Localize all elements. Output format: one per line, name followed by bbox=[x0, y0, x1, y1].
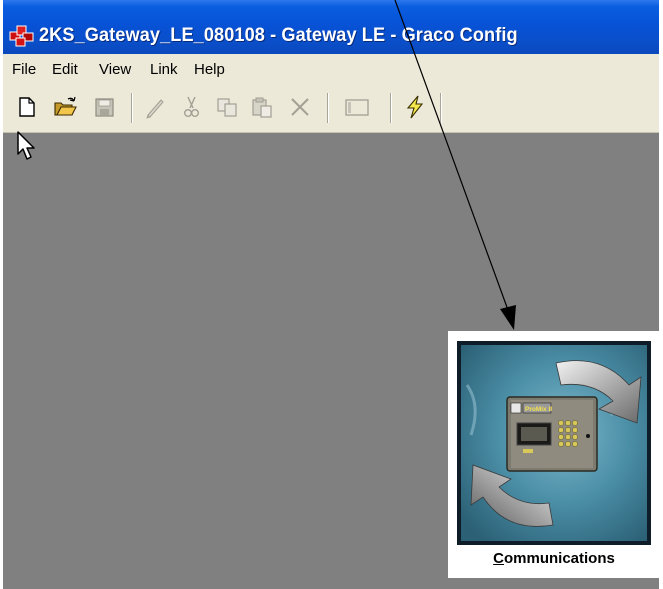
lightning-bolt-icon bbox=[406, 95, 424, 119]
communications-button[interactable]: ProMix II bbox=[457, 341, 651, 545]
menu-edit[interactable]: Edit bbox=[52, 61, 78, 79]
toolbar-separator bbox=[131, 93, 133, 123]
x-delete-icon bbox=[291, 98, 309, 116]
toolbar bbox=[3, 86, 659, 133]
menu-view[interactable]: View bbox=[99, 61, 131, 79]
toolbar-separator bbox=[327, 93, 329, 123]
toolbar-separator bbox=[440, 93, 442, 123]
mouse-pointer-icon bbox=[15, 130, 41, 162]
delete-button[interactable] bbox=[288, 94, 312, 120]
new-document-button[interactable] bbox=[15, 94, 39, 120]
title-bar[interactable]: 2KS_Gateway_LE_080108 - Gateway LE - Gra… bbox=[3, 0, 659, 54]
save-button[interactable] bbox=[92, 94, 116, 120]
paste-icon bbox=[252, 97, 272, 118]
device-badge: ProMix II bbox=[525, 406, 552, 413]
scissors-icon bbox=[183, 96, 199, 117]
window-rectangle-icon bbox=[345, 99, 369, 116]
communications-label[interactable]: Communications bbox=[448, 549, 660, 569]
new-document-icon bbox=[19, 97, 35, 117]
menu-link[interactable]: Link bbox=[150, 61, 178, 79]
window-title: 2KS_Gateway_LE_080108 - Gateway LE - Gra… bbox=[39, 25, 518, 46]
graco-app-icon bbox=[9, 24, 35, 48]
menu-bar: File Edit View Link Help bbox=[3, 54, 659, 86]
menu-file[interactable]: File bbox=[12, 61, 36, 79]
floppy-disk-icon bbox=[95, 98, 114, 117]
cut-button[interactable] bbox=[179, 94, 203, 120]
communications-label-text: ommunications bbox=[503, 550, 615, 567]
connect-button[interactable] bbox=[403, 94, 427, 120]
copy-button[interactable] bbox=[215, 94, 239, 120]
open-folder-icon bbox=[54, 96, 77, 116]
copy-icon bbox=[217, 98, 237, 117]
toolbar-separator bbox=[390, 93, 392, 123]
communications-device-icon: ProMix II bbox=[461, 345, 647, 541]
open-button[interactable] bbox=[53, 94, 77, 120]
properties-button[interactable] bbox=[341, 94, 373, 120]
communications-panel: ProMix II Communications bbox=[448, 331, 660, 578]
menu-help[interactable]: Help bbox=[194, 61, 225, 79]
communications-label-accelerator: C bbox=[493, 550, 504, 567]
pencil-icon bbox=[146, 99, 164, 119]
paste-button[interactable] bbox=[250, 94, 274, 120]
edit-button[interactable] bbox=[143, 94, 167, 120]
